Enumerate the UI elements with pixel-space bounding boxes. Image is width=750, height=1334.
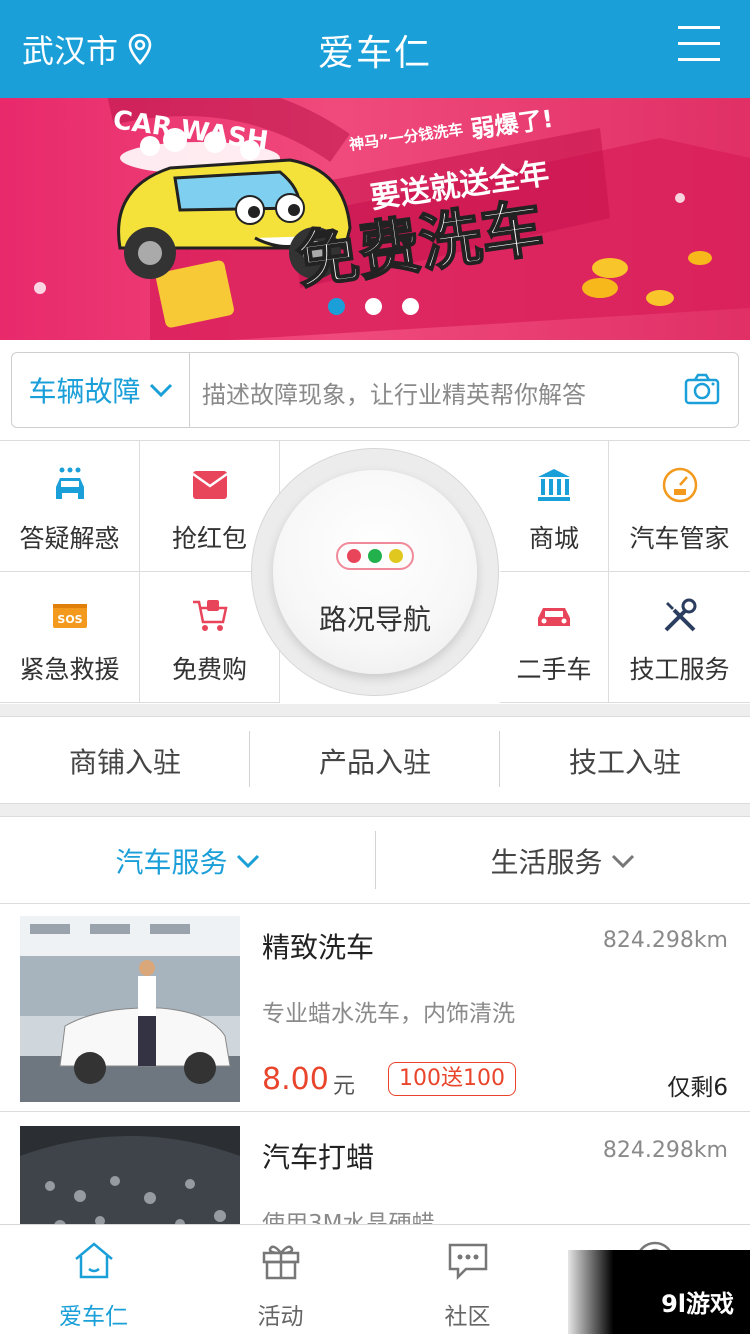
service-description: 专业蜡水洗车，内饰清洗 bbox=[262, 1001, 515, 1027]
join-product-button[interactable]: 产品入驻 bbox=[250, 717, 500, 805]
traffic-light-yellow bbox=[388, 549, 403, 563]
tab-auto-service-label: 汽车服务 bbox=[115, 846, 228, 879]
svg-text:SOS: SOS bbox=[57, 613, 82, 626]
service-list: 精致洗车 824.298km 专业蜡水洗车，内饰清洗 8.00 元 100送10… bbox=[0, 904, 750, 1224]
tab-life-service[interactable]: 生活服务 bbox=[375, 817, 750, 905]
service-tabs: 汽车服务 生活服务 bbox=[0, 816, 750, 904]
join-technician-button[interactable]: 技工入驻 bbox=[500, 717, 750, 805]
chevron-down-icon bbox=[236, 854, 259, 869]
join-shop-button[interactable]: 商铺入驻 bbox=[0, 717, 250, 805]
nav-community[interactable]: 社区 bbox=[374, 1225, 561, 1334]
car-qa-icon bbox=[55, 467, 84, 499]
mall-building-icon bbox=[538, 469, 570, 501]
nav-label: 爱车仁 bbox=[59, 1304, 128, 1330]
banner-dot-1[interactable] bbox=[328, 298, 345, 315]
grid-item-label: 技工服务 bbox=[629, 655, 730, 684]
grid-item-technician[interactable]: 技工服务 bbox=[609, 572, 750, 703]
fault-category-dropdown[interactable]: 车辆故障 bbox=[12, 353, 190, 427]
service-name: 汽车打蜡 bbox=[262, 1141, 375, 1174]
list-item[interactable]: 汽车打蜡 824.298km 使用3M水晶硬蜡 bbox=[0, 1114, 750, 1224]
banner-dot-2[interactable] bbox=[365, 298, 382, 315]
car-wax-photo bbox=[20, 1126, 240, 1224]
service-description: 使用3M水晶硬蜡 bbox=[262, 1211, 435, 1224]
nav-home[interactable]: 爱车仁 bbox=[0, 1225, 187, 1334]
fault-category-label: 车辆故障 bbox=[28, 375, 141, 408]
fault-search-bar[interactable]: 车辆故障 描述故障现象，让行业精英帮你解答 bbox=[11, 352, 739, 428]
used-car-icon bbox=[538, 608, 570, 626]
service-distance: 824.298km bbox=[602, 928, 728, 953]
stock-remaining: 仅剩6 bbox=[667, 1075, 728, 1101]
grid-item-sos[interactable]: SOS 紧急救援 bbox=[0, 572, 140, 703]
road-navigation-inner: 路况导航 bbox=[273, 470, 477, 674]
camera-icon[interactable] bbox=[684, 373, 720, 405]
promo-banner[interactable]: CAR WASH 神马”一分钱洗车 弱爆了! 要送就送全年 免费洗车 bbox=[0, 98, 750, 340]
service-distance: 824.298km bbox=[602, 1138, 728, 1163]
chevron-down-icon bbox=[149, 383, 172, 398]
shopping-cart-icon bbox=[192, 600, 228, 631]
price-unit: 元 bbox=[333, 1074, 356, 1099]
banner-pagination[interactable] bbox=[328, 298, 419, 315]
grid-item-car-butler[interactable]: 汽车管家 bbox=[609, 441, 750, 572]
watermark-text: 9l游戏 bbox=[661, 1290, 734, 1318]
nav-label: 活动 bbox=[257, 1304, 304, 1330]
chevron-down-icon bbox=[611, 854, 634, 869]
join-bar: 商铺入驻 产品入驻 技工入驻 bbox=[0, 716, 750, 804]
car-wash-photo bbox=[20, 916, 240, 1102]
service-name: 精致洗车 bbox=[262, 931, 375, 964]
tools-icon bbox=[664, 598, 696, 632]
traffic-light-green bbox=[367, 549, 382, 563]
grid-item-used-car[interactable]: 二手车 bbox=[500, 572, 609, 703]
tab-life-service-label: 生活服务 bbox=[490, 846, 603, 879]
tab-auto-service[interactable]: 汽车服务 bbox=[0, 817, 375, 905]
red-envelope-icon bbox=[191, 471, 228, 499]
site-watermark: 9l游戏 bbox=[568, 1250, 750, 1334]
traffic-light-icon bbox=[336, 542, 414, 570]
home-icon bbox=[74, 1242, 113, 1279]
chat-bubble-icon bbox=[448, 1243, 487, 1281]
traffic-light-red bbox=[347, 549, 362, 563]
banner-line-top: 神马”一分钱洗车 bbox=[348, 120, 464, 154]
road-navigation-button[interactable]: 路况导航 bbox=[251, 448, 499, 696]
app-header: 武汉市 爱车仁 bbox=[0, 0, 750, 98]
road-navigation-button-area: 路况导航 bbox=[250, 440, 500, 704]
banner-line-top2: 弱爆了! bbox=[469, 105, 555, 144]
grid-item-label: 商城 bbox=[528, 524, 579, 553]
promo-badge: 100送100 bbox=[388, 1062, 516, 1096]
grid-item-mall[interactable]: 商城 bbox=[500, 441, 609, 572]
grid-item-label: 汽车管家 bbox=[629, 524, 730, 553]
grid-item-label: 紧急救援 bbox=[19, 655, 120, 684]
gift-icon bbox=[262, 1245, 299, 1280]
grid-item-label: 答疑解惑 bbox=[19, 524, 120, 553]
grid-item-label: 二手车 bbox=[516, 655, 592, 684]
app-title: 爱车仁 bbox=[317, 33, 432, 74]
road-navigation-label: 路况导航 bbox=[318, 603, 431, 636]
search-input[interactable]: 描述故障现象，让行业精英帮你解答 bbox=[202, 375, 586, 410]
sos-icon: SOS bbox=[52, 604, 87, 628]
banner-dot-3[interactable] bbox=[402, 298, 419, 315]
nav-label: 社区 bbox=[444, 1304, 491, 1330]
hamburger-menu-icon[interactable] bbox=[678, 26, 720, 64]
grid-item-qa[interactable]: 答疑解惑 bbox=[0, 441, 140, 572]
search-section: 车辆故障 描述故障现象，让行业精英帮你解答 bbox=[0, 340, 750, 440]
gauge-icon bbox=[662, 467, 697, 503]
list-item[interactable]: 精致洗车 824.298km 专业蜡水洗车，内饰清洗 8.00 元 100送10… bbox=[0, 904, 750, 1112]
nav-activity[interactable]: 活动 bbox=[187, 1225, 374, 1334]
service-price: 8.00 bbox=[262, 1062, 329, 1097]
